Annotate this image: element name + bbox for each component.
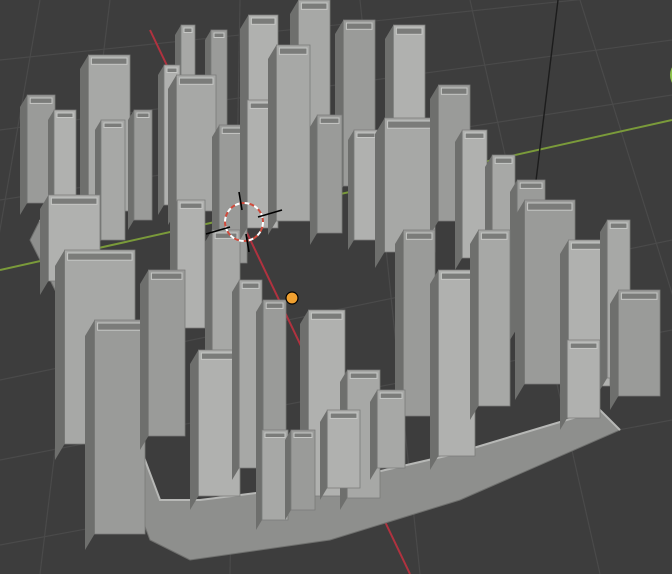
building-tower[interactable]: [470, 229, 511, 420]
building-tower[interactable]: [310, 114, 343, 245]
building-tower[interactable]: [85, 319, 146, 550]
city-buildings-model[interactable]: [20, 0, 661, 550]
building-tower[interactable]: [128, 109, 153, 230]
origin-dot-icon[interactable]: [285, 291, 299, 305]
building-tower[interactable]: [256, 429, 289, 530]
building-tower[interactable]: [320, 409, 361, 500]
building-tower[interactable]: [285, 429, 316, 520]
building-tower[interactable]: [348, 129, 379, 250]
building-tower[interactable]: [140, 269, 186, 450]
building-tower[interactable]: [370, 389, 406, 480]
3d-viewport[interactable]: [0, 0, 672, 574]
building-tower[interactable]: [560, 339, 601, 430]
building-tower[interactable]: [268, 44, 311, 235]
building-tower[interactable]: [430, 269, 476, 470]
building-tower[interactable]: [610, 289, 661, 410]
